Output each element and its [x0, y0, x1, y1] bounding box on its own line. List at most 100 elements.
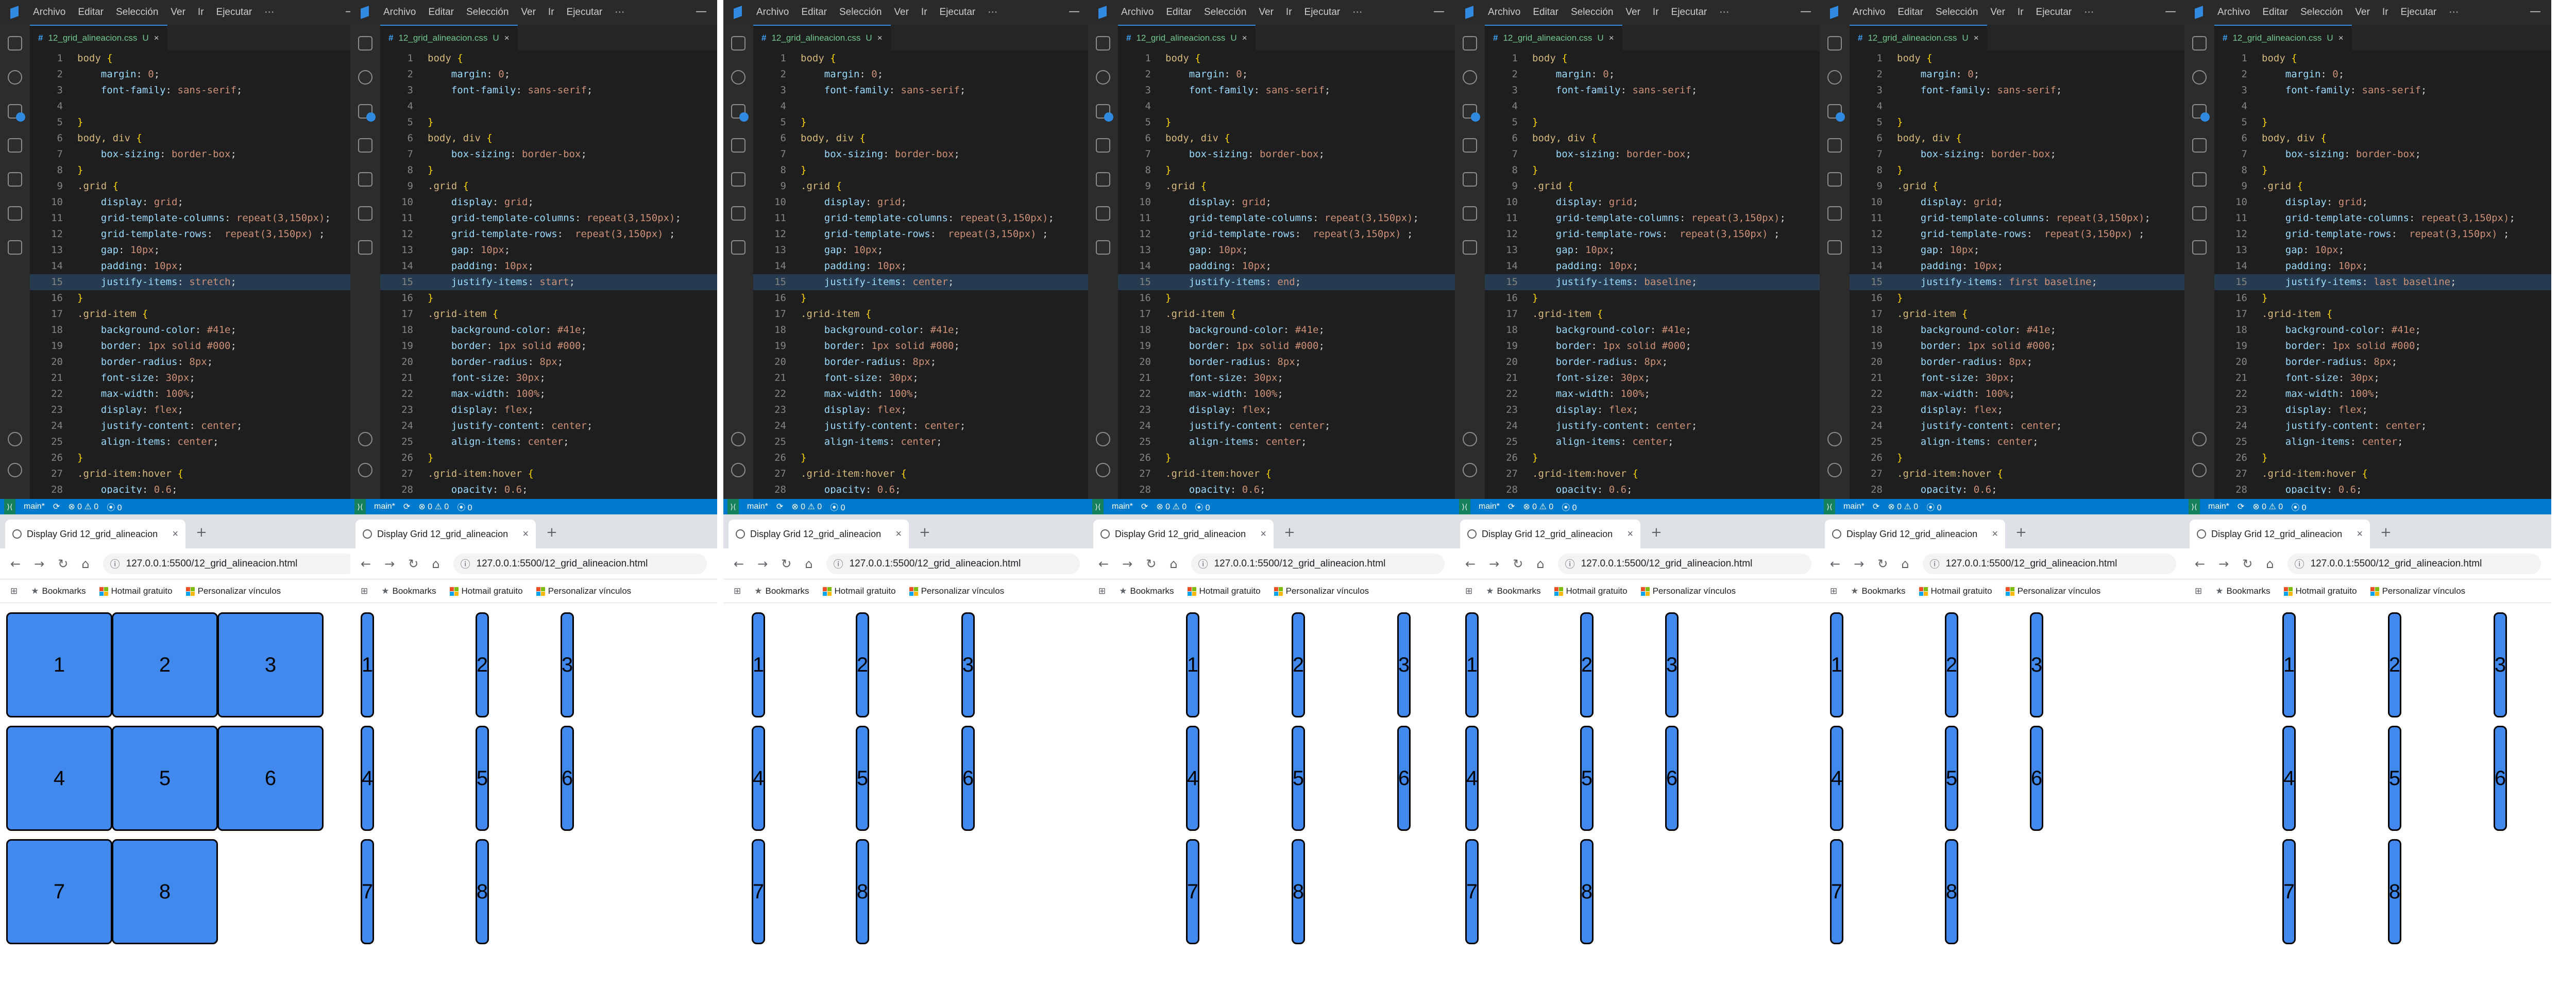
- menu-item[interactable]: Editar: [1533, 7, 1558, 18]
- bookmark-item[interactable]: Hotmail gratuito: [1919, 586, 1992, 596]
- sync-indicator[interactable]: ⟳: [1508, 502, 1515, 512]
- manage-gear-icon[interactable]: [358, 463, 372, 477]
- apps-grid-icon[interactable]: ⊞: [10, 586, 18, 596]
- back-icon[interactable]: ←: [734, 557, 744, 571]
- grid-item[interactable]: 8: [856, 839, 869, 944]
- new-tab-icon[interactable]: +: [1284, 525, 1295, 540]
- remote-explorer-icon[interactable]: [1096, 172, 1110, 187]
- extensions-icon[interactable]: [1827, 206, 1842, 221]
- close-tab-icon[interactable]: ×: [1627, 528, 1633, 540]
- testing-icon[interactable]: [1463, 240, 1477, 255]
- ports-indicator[interactable]: ⦿ 0: [1562, 500, 1577, 513]
- menu-item[interactable]: Ir: [1653, 7, 1659, 18]
- reload-icon[interactable]: ↻: [408, 557, 418, 571]
- browser-tab[interactable]: Display Grid 12_grid_alineacion ×: [5, 520, 185, 548]
- menu-item[interactable]: Selección: [839, 7, 882, 18]
- menu-item[interactable]: ···: [1719, 7, 1729, 18]
- problems-indicator[interactable]: ⊗ 0 ⚠ 0: [418, 502, 449, 512]
- extensions-icon[interactable]: [358, 206, 372, 221]
- editor-tab-css-file[interactable]: #12_grid_alineacion.css U ×: [1118, 25, 1256, 51]
- remote-indicator-icon[interactable]: ⟩⟨: [1824, 499, 1835, 514]
- menu-item[interactable]: Selección: [2300, 7, 2343, 18]
- browser-tab[interactable]: Display Grid 12_grid_alineacion ×: [2190, 520, 2370, 548]
- remote-explorer-icon[interactable]: [8, 172, 22, 187]
- reload-icon[interactable]: ↻: [58, 557, 68, 571]
- menu-item[interactable]: Archivo: [1853, 7, 1885, 18]
- menu-item[interactable]: Ejecutar: [567, 7, 603, 18]
- new-tab-icon[interactable]: +: [2380, 525, 2392, 540]
- branch-indicator[interactable]: main*: [1479, 502, 1500, 511]
- bookmark-item[interactable]: ★ Bookmarks: [381, 586, 436, 596]
- code-editor[interactable]: 1 body {2 margin: 0; 3 font-family: sans-s…: [1485, 51, 1822, 494]
- grid-item[interactable]: 5: [1580, 726, 1594, 831]
- account-icon[interactable]: [1463, 432, 1477, 446]
- code-editor[interactable]: 1 body {2 margin: 0; 3 font-family: sans-s…: [1850, 51, 2187, 494]
- explorer-icon[interactable]: [1463, 36, 1477, 51]
- reload-icon[interactable]: ↻: [2242, 557, 2252, 571]
- branch-indicator[interactable]: main*: [1843, 502, 1865, 511]
- menu-item[interactable]: Archivo: [383, 7, 416, 18]
- browser-tab[interactable]: Display Grid 12_grid_alineacion ×: [728, 520, 909, 548]
- explorer-icon[interactable]: [1096, 36, 1110, 51]
- grid-item[interactable]: 6: [961, 726, 975, 831]
- bookmark-item[interactable]: Personalizar vínculos: [1274, 586, 1369, 596]
- home-icon[interactable]: ⌂: [1536, 557, 1544, 571]
- menu-item[interactable]: Editar: [2262, 7, 2288, 18]
- reload-icon[interactable]: ↻: [1877, 557, 1888, 571]
- editor-tab-css-file[interactable]: #12_grid_alineacion.css U ×: [753, 25, 891, 51]
- grid-item[interactable]: 4: [6, 726, 112, 831]
- home-icon[interactable]: ⌂: [805, 557, 812, 571]
- tab-close-icon[interactable]: ×: [2338, 33, 2344, 43]
- explorer-icon[interactable]: [8, 36, 22, 51]
- bookmark-item[interactable]: Hotmail gratuito: [1187, 586, 1261, 596]
- minimize-icon[interactable]: —: [1800, 5, 1811, 18]
- tab-close-icon[interactable]: ×: [1609, 33, 1614, 43]
- close-tab-icon[interactable]: ×: [1260, 528, 1266, 540]
- extensions-icon[interactable]: [1096, 206, 1110, 221]
- grid-item[interactable]: 4: [2282, 726, 2296, 831]
- site-info-icon[interactable]: ⓘ: [1565, 557, 1575, 571]
- close-tab-icon[interactable]: ×: [1992, 528, 1998, 540]
- home-icon[interactable]: ⌂: [1901, 557, 1909, 571]
- menu-item[interactable]: Ir: [2382, 7, 2388, 18]
- editor-tab-css-file[interactable]: #12_grid_alineacion.css U ×: [30, 25, 167, 51]
- remote-explorer-icon[interactable]: [731, 172, 745, 187]
- menu-item[interactable]: Editar: [428, 7, 454, 18]
- browser-tab[interactable]: Display Grid 12_grid_alineacion ×: [1460, 520, 1640, 548]
- extensions-icon[interactable]: [731, 206, 745, 221]
- menu-item[interactable]: Ver: [521, 7, 536, 18]
- menu-item[interactable]: Ejecutar: [1671, 7, 1707, 18]
- back-icon[interactable]: ←: [1830, 557, 1840, 571]
- ports-indicator[interactable]: ⦿ 0: [1926, 500, 1941, 513]
- menu-item[interactable]: Editar: [1166, 7, 1192, 18]
- menu-item[interactable]: ···: [988, 7, 997, 18]
- ports-indicator[interactable]: ⦿ 0: [457, 500, 472, 513]
- tab-close-icon[interactable]: ×: [504, 33, 510, 43]
- bookmark-item[interactable]: Hotmail gratuito: [99, 586, 173, 596]
- tab-close-icon[interactable]: ×: [154, 33, 159, 43]
- tab-close-icon[interactable]: ×: [1974, 33, 1979, 43]
- forward-icon[interactable]: →: [757, 557, 768, 571]
- menu-item[interactable]: ···: [2449, 7, 2459, 18]
- grid-item[interactable]: 2: [112, 612, 218, 717]
- explorer-icon[interactable]: [731, 36, 745, 51]
- testing-icon[interactable]: [1096, 240, 1110, 255]
- testing-icon[interactable]: [2192, 240, 2207, 255]
- grid-item[interactable]: 3: [2030, 612, 2043, 717]
- back-icon[interactable]: ←: [361, 557, 371, 571]
- close-tab-icon[interactable]: ×: [172, 528, 178, 540]
- run-debug-icon[interactable]: [8, 138, 22, 153]
- menu-item[interactable]: Ver: [894, 7, 909, 18]
- grid-item[interactable]: 8: [476, 839, 489, 944]
- menu-item[interactable]: Selección: [1204, 7, 1246, 18]
- explorer-icon[interactable]: [358, 36, 372, 51]
- grid-item[interactable]: 1: [752, 612, 765, 717]
- grid-item[interactable]: 7: [6, 839, 112, 944]
- menu-item[interactable]: Archivo: [756, 7, 789, 18]
- remote-indicator-icon[interactable]: ⟩⟨: [2189, 499, 2200, 514]
- grid-item[interactable]: 3: [1397, 612, 1411, 717]
- testing-icon[interactable]: [1827, 240, 1842, 255]
- ports-indicator[interactable]: ⦿ 0: [830, 500, 845, 513]
- bookmark-item[interactable]: Hotmail gratuito: [449, 586, 523, 596]
- search-icon[interactable]: [2192, 70, 2207, 85]
